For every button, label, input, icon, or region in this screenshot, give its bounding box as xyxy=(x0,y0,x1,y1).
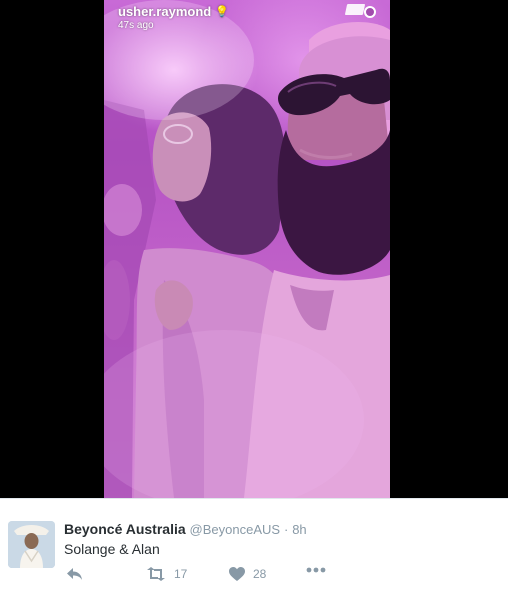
tweet-time[interactable]: 8h xyxy=(292,522,306,537)
avatar[interactable] xyxy=(8,521,55,568)
retweet-count: 17 xyxy=(174,567,188,581)
heart-icon xyxy=(229,567,245,581)
retweet-icon xyxy=(147,567,165,581)
tweet-header: Beyoncé Australia @BeyonceAUS · 8h xyxy=(64,521,307,537)
tweet-media[interactable]: usher.raymond 💡 47s ago xyxy=(0,0,508,498)
snap-timer-icon xyxy=(364,6,376,18)
display-name[interactable]: Beyoncé Australia xyxy=(64,521,186,537)
reply-icon xyxy=(67,568,82,580)
snap-scene xyxy=(104,0,390,498)
snap-username-text: usher.raymond xyxy=(118,4,212,19)
tweet-card: Beyoncé Australia @BeyonceAUS · 8h Solan… xyxy=(0,498,508,606)
like-button[interactable]: 28 xyxy=(229,567,266,581)
reply-button[interactable] xyxy=(66,567,83,581)
more-options-button[interactable] xyxy=(306,567,326,573)
snap-username: usher.raymond 💡 xyxy=(118,4,229,19)
retweet-button[interactable]: 17 xyxy=(146,567,187,581)
like-count: 28 xyxy=(253,567,267,581)
tweet-text: Solange & Alan xyxy=(64,541,160,557)
avatar-image xyxy=(8,521,55,568)
lightbulb-icon: 💡 xyxy=(215,6,229,18)
separator-dot: · xyxy=(283,522,289,537)
snap-flag-icon xyxy=(344,4,366,15)
user-handle[interactable]: @BeyonceAUS xyxy=(190,522,281,537)
snapchat-story-image: usher.raymond 💡 47s ago xyxy=(104,0,390,498)
more-icon xyxy=(306,567,326,573)
tweet-actions: 17 28 xyxy=(64,567,344,585)
snap-timestamp: 47s ago xyxy=(118,20,154,31)
